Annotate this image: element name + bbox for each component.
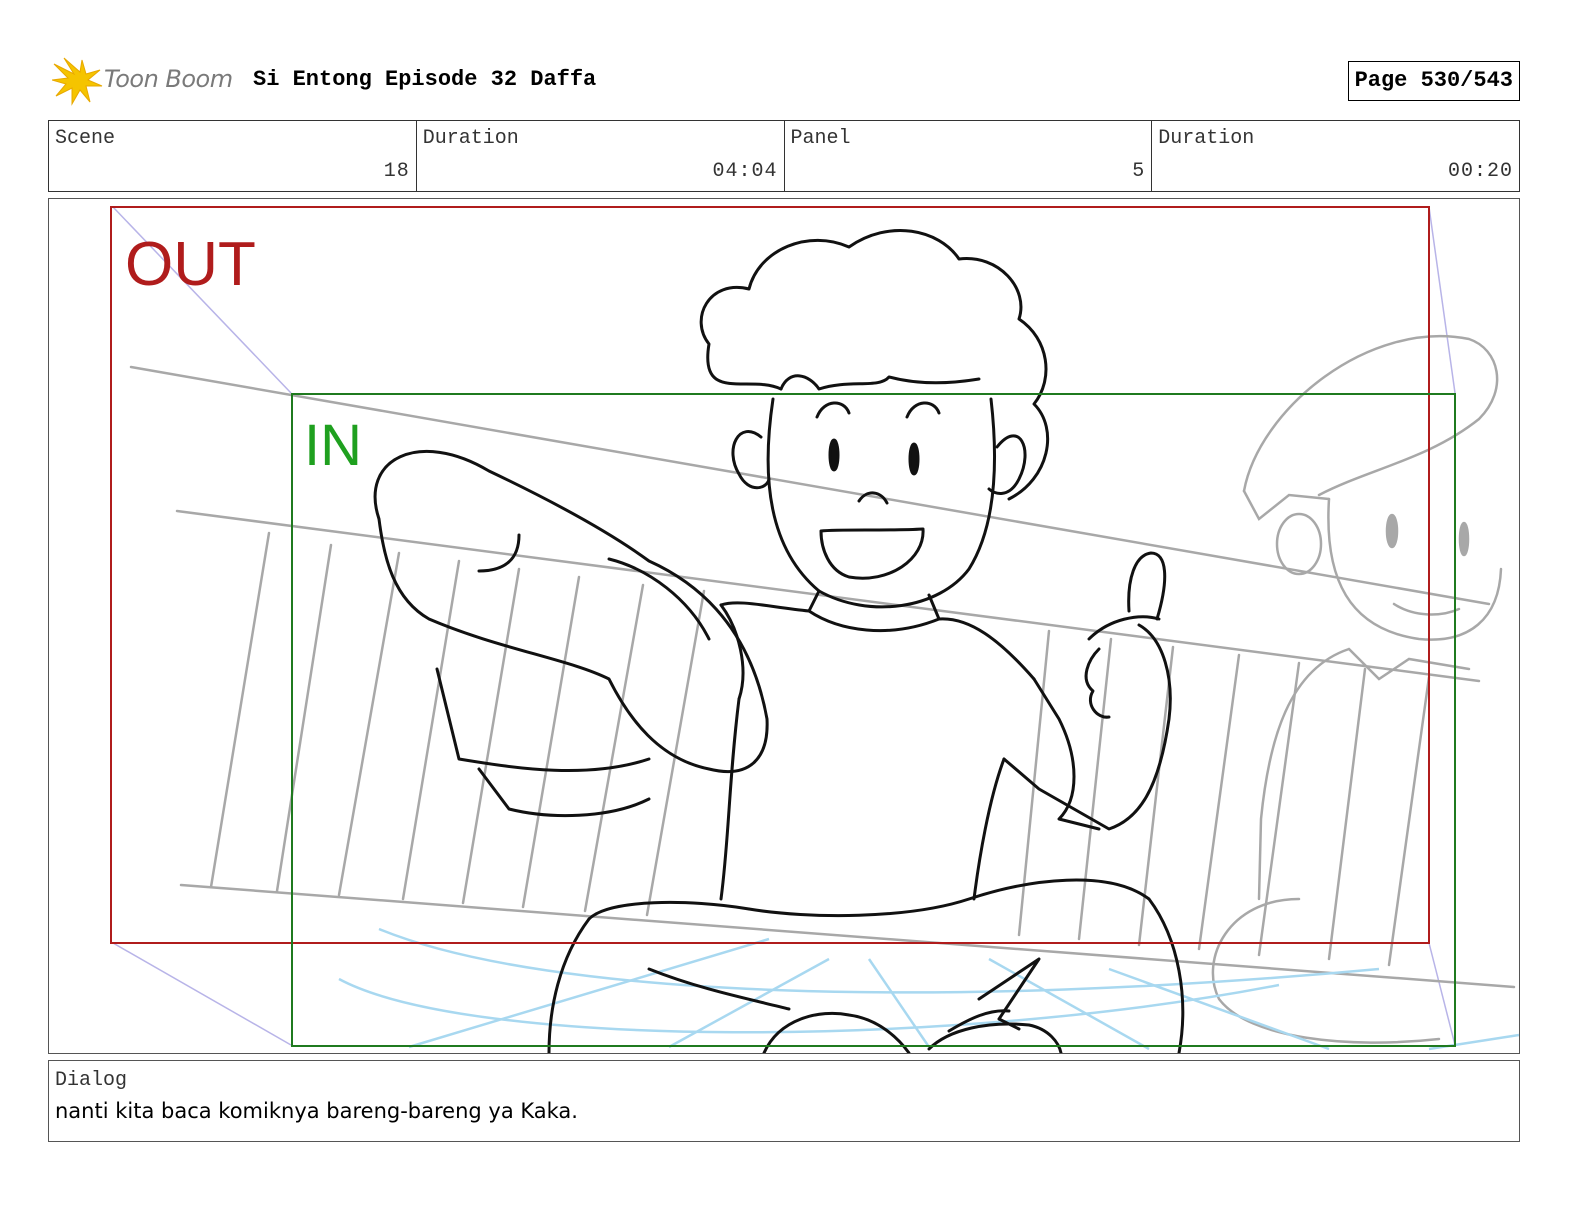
- panel-duration-label: Duration: [1158, 127, 1255, 150]
- out-frame-label: OUT: [125, 230, 256, 299]
- out-frame: [110, 206, 1430, 944]
- storyboard-panel: OUT IN: [48, 198, 1520, 1054]
- panel-cell: Panel 5: [785, 121, 1153, 191]
- dialog-label: Dialog: [55, 1069, 128, 1092]
- panel-value: 5: [1132, 160, 1146, 183]
- scene-duration-cell: Duration 04:04: [417, 121, 785, 191]
- scene-duration-label: Duration: [422, 127, 519, 150]
- panel-duration-value: 00:20: [1447, 160, 1513, 183]
- page-indicator: Page 530/543: [1347, 61, 1520, 101]
- dialog-box: Dialog nanti kita baca komiknya bareng-b…: [48, 1060, 1520, 1142]
- scene-cell: Scene 18: [49, 121, 417, 191]
- panel-duration-cell: Duration 00:20: [1152, 121, 1519, 191]
- scene-value: 18: [383, 160, 410, 183]
- camera-path-lines: [112, 206, 1456, 1046]
- floor-guides: [338, 927, 1519, 1051]
- scene-duration-value: 04:04: [712, 160, 778, 183]
- panel-drawing: OUT IN: [110, 206, 1519, 1053]
- panel-label: Panel: [790, 127, 851, 150]
- in-frame-label: IN: [304, 413, 362, 478]
- page-header: Toon Boom Si Entong Episode 32 Daffa Pag…: [48, 56, 1520, 106]
- scene-info-table: Scene 18 Duration 04:04 Panel 5 Duration…: [48, 120, 1520, 192]
- logo-wordmark: Toon Boom: [104, 65, 233, 93]
- starburst-icon: [52, 57, 103, 106]
- toon-boom-logo: Toon Boom: [52, 56, 242, 106]
- scene-label: Scene: [55, 127, 116, 150]
- document-title: Si Entong Episode 32 Daffa: [253, 67, 597, 92]
- dialog-text: nanti kita baca komiknya bareng-bareng y…: [55, 1099, 578, 1123]
